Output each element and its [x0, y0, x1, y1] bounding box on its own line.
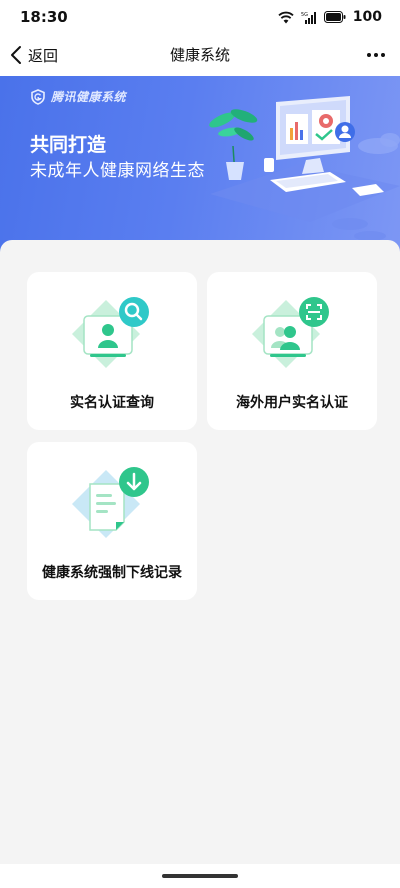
banner-subheadline: 未成年人健康网络生态	[30, 161, 205, 181]
card-real-name-query[interactable]: 实名认证查询	[27, 272, 197, 430]
status-bar: 18:30 5G 100	[0, 0, 400, 34]
svg-text:5G: 5G	[301, 12, 308, 18]
computer-illustration	[209, 96, 400, 241]
navbar: 返回 健康系统	[0, 34, 400, 76]
banner-brand: 腾讯健康系统	[51, 90, 127, 104]
home-bar	[0, 864, 400, 888]
status-time: 18:30	[20, 8, 68, 26]
card-label: 健康系统强制下线记录	[42, 565, 182, 581]
scan-user-icon	[252, 297, 329, 368]
card-overseas-verification[interactable]: 海外用户实名认证	[207, 272, 377, 430]
page-title: 健康系统	[169, 46, 230, 64]
home-indicator[interactable]	[162, 874, 238, 878]
banner-headline: 共同打造	[30, 134, 107, 156]
id-search-icon	[72, 297, 149, 368]
wifi-icon	[278, 11, 294, 23]
hero-banner: 腾讯健康系统 共同打造 未成年人健康网络生态	[0, 76, 400, 254]
banner-logo: 腾讯健康系统	[30, 88, 126, 105]
card-label: 实名认证查询	[70, 395, 154, 411]
signal-icon: 5G	[301, 11, 316, 24]
battery-level: 100	[352, 9, 382, 25]
battery-icon	[323, 11, 346, 23]
card-forced-offline-records[interactable]: 健康系统强制下线记录	[27, 442, 197, 600]
more-icon[interactable]	[366, 46, 386, 64]
shield-logo-icon	[31, 88, 45, 105]
card-label: 海外用户实名认证	[236, 395, 348, 411]
content-area: 实名认证查询 海外用户实名认证 健康系统强制下线记录	[0, 240, 400, 864]
status-icons: 5G 100	[278, 8, 382, 26]
download-document-icon	[72, 467, 149, 538]
